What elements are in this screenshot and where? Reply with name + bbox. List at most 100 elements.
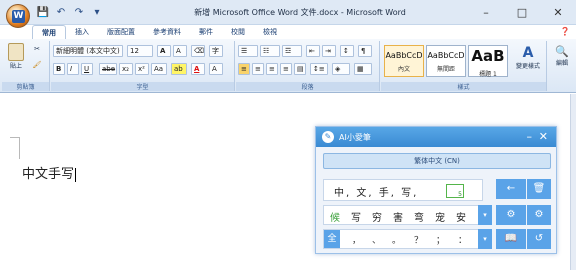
multilevel-button[interactable]: ☲	[282, 45, 302, 57]
candidate-item[interactable]: 弯	[414, 209, 424, 224]
candidate-item[interactable]: 害	[393, 209, 403, 224]
align-center-button[interactable]: ≡	[252, 63, 264, 75]
borders-button[interactable]: ▦	[354, 63, 372, 75]
candidate-expand-button[interactable]: ▾	[478, 205, 492, 225]
minimize-button[interactable]: –	[468, 0, 504, 25]
settings-icon[interactable]: ⚙	[496, 205, 526, 225]
tab-insert[interactable]: 插入	[66, 25, 98, 39]
clipboard-group: 貼上 ✂ 🖌 剪貼簿	[2, 41, 50, 91]
close-button[interactable]: ✕	[540, 0, 576, 25]
undo-icon[interactable]: ↶	[54, 6, 68, 20]
style-heading1-name: 標題 1	[479, 71, 497, 78]
word-window: W 💾 ↶ ↷ ▾ 新增 Microsoft Office Word 文件.do…	[0, 0, 576, 270]
ime-minimize-button[interactable]: –	[527, 130, 533, 143]
paste-button[interactable]: 貼上	[6, 43, 26, 73]
tab-mailings[interactable]: 郵件	[190, 25, 222, 39]
redo-icon[interactable]: ↷	[72, 6, 86, 20]
shading-button[interactable]: ◈	[332, 63, 350, 75]
help-icon[interactable]: ❓	[560, 27, 570, 36]
composition-bar[interactable]: 中, 文, 手, 写, 5	[323, 179, 483, 201]
decrease-indent-button[interactable]: ⇤	[306, 45, 320, 57]
show-marks-button[interactable]: ¶	[358, 45, 372, 57]
sort-button[interactable]: ↕	[340, 45, 354, 57]
tab-references[interactable]: 參考資料	[144, 25, 190, 39]
fullwidth-toggle[interactable]: 全	[324, 230, 340, 248]
bold-button[interactable]: B	[53, 63, 65, 75]
clear-format-button[interactable]: ⌫	[191, 45, 205, 57]
char-shading-button[interactable]: A	[209, 63, 223, 75]
composition-text: 中, 文, 手, 写,	[334, 188, 419, 199]
dictionary-icon[interactable]: 📖	[496, 229, 526, 249]
change-styles-button[interactable]: A 變更樣式	[511, 45, 545, 70]
tab-layout[interactable]: 版面配置	[98, 25, 144, 39]
shrink-font-button[interactable]: A	[173, 45, 187, 57]
office-button[interactable]: W	[6, 4, 30, 28]
italic-button[interactable]: I	[67, 63, 79, 75]
tab-review[interactable]: 校閱	[222, 25, 254, 39]
line-spacing-button[interactable]: ↕≡	[310, 63, 328, 75]
change-styles-icon: A	[522, 45, 534, 61]
punctuation-item[interactable]: ？	[414, 233, 423, 246]
editing-group: 🔍 編輯	[548, 41, 576, 91]
ime-close-button[interactable]: ✕	[539, 130, 548, 143]
style-heading1[interactable]: AaB 標題 1	[468, 45, 508, 78]
style-normal-name: 內文	[397, 66, 410, 73]
distributed-button[interactable]: ▤	[294, 63, 306, 75]
subscript-button[interactable]: x₂	[119, 63, 133, 75]
cut-icon[interactable]: ✂	[30, 45, 44, 53]
editing-button[interactable]: 🔍 編輯	[550, 45, 574, 67]
gear-icon[interactable]: ⚙	[527, 205, 551, 225]
candidate-item[interactable]: 写	[351, 209, 361, 224]
punctuation-expand-button[interactable]: ▾	[478, 229, 492, 249]
font-color-button[interactable]: A	[191, 63, 205, 75]
font-group: 新細明體 (本文中文) 12 A A ⌫ 字 B I U abe x₂ x² A…	[51, 41, 235, 91]
style-no-spacing-sample: AaBbCcD	[427, 51, 465, 60]
punctuation-item[interactable]: ；	[436, 233, 445, 246]
grow-font-button[interactable]: A	[157, 45, 171, 57]
paste-icon	[8, 43, 24, 61]
justify-button[interactable]: ≡	[280, 63, 292, 75]
punctuation-item[interactable]: ，	[352, 233, 361, 246]
punctuation-item[interactable]: 、	[372, 233, 381, 246]
style-no-spacing[interactable]: AaBbCcD 無間距	[426, 45, 466, 77]
word-logo-icon: W	[12, 10, 25, 23]
title-bar: W 💾 ↶ ↷ ▾ 新增 Microsoft Office Word 文件.do…	[0, 0, 576, 28]
customize-icon[interactable]: ▾	[90, 6, 104, 20]
backspace-button[interactable]: ←	[496, 179, 526, 199]
punctuation-item[interactable]: ：	[458, 233, 467, 246]
candidate-item[interactable]: 穷	[372, 209, 382, 224]
strikethrough-button[interactable]: abe	[99, 63, 117, 75]
save-icon[interactable]: 💾	[36, 6, 50, 20]
ime-header[interactable]: ✎ AI小愛筆 – ✕	[316, 127, 556, 147]
change-styles-label: 變更樣式	[515, 63, 540, 70]
document-text[interactable]: 中文手写	[22, 163, 77, 182]
format-painter-icon[interactable]: 🖌	[30, 61, 44, 69]
candidate-item[interactable]: 宠	[435, 209, 445, 224]
phonetic-button[interactable]: 字	[209, 45, 223, 57]
font-group-label: 字型	[51, 82, 234, 91]
align-right-button[interactable]: ≡	[266, 63, 278, 75]
candidate-item[interactable]: 安	[456, 209, 466, 224]
change-case-button[interactable]: Aa	[151, 63, 167, 75]
vertical-scrollbar[interactable]	[570, 94, 576, 270]
candidate-item[interactable]: 候	[330, 209, 340, 224]
numbering-button[interactable]: ☷	[260, 45, 280, 57]
bullets-button[interactable]: ☰	[238, 45, 258, 57]
tab-home[interactable]: 常用	[32, 25, 66, 39]
undo-icon[interactable]: ↺	[527, 229, 551, 249]
font-size-select[interactable]: 12	[127, 45, 153, 57]
ime-mode-button[interactable]: 繁体中文 (CN)	[323, 153, 551, 169]
punctuation-item[interactable]: 。	[392, 233, 401, 246]
style-normal[interactable]: AaBbCcD 內文	[384, 45, 424, 77]
increase-indent-button[interactable]: ⇥	[322, 45, 336, 57]
highlight-button[interactable]: ab	[171, 63, 187, 75]
maximize-button[interactable]: □	[504, 0, 540, 25]
align-left-button[interactable]: ≡	[238, 63, 250, 75]
underline-button[interactable]: U	[81, 63, 93, 75]
font-name-select[interactable]: 新細明體 (本文中文)	[53, 45, 123, 57]
delete-button[interactable]: 🗑	[527, 179, 551, 199]
tab-view[interactable]: 檢視	[254, 25, 286, 39]
superscript-button[interactable]: x²	[135, 63, 149, 75]
style-no-spacing-name: 無間距	[436, 66, 455, 73]
window-controls: – □ ✕	[468, 0, 576, 25]
